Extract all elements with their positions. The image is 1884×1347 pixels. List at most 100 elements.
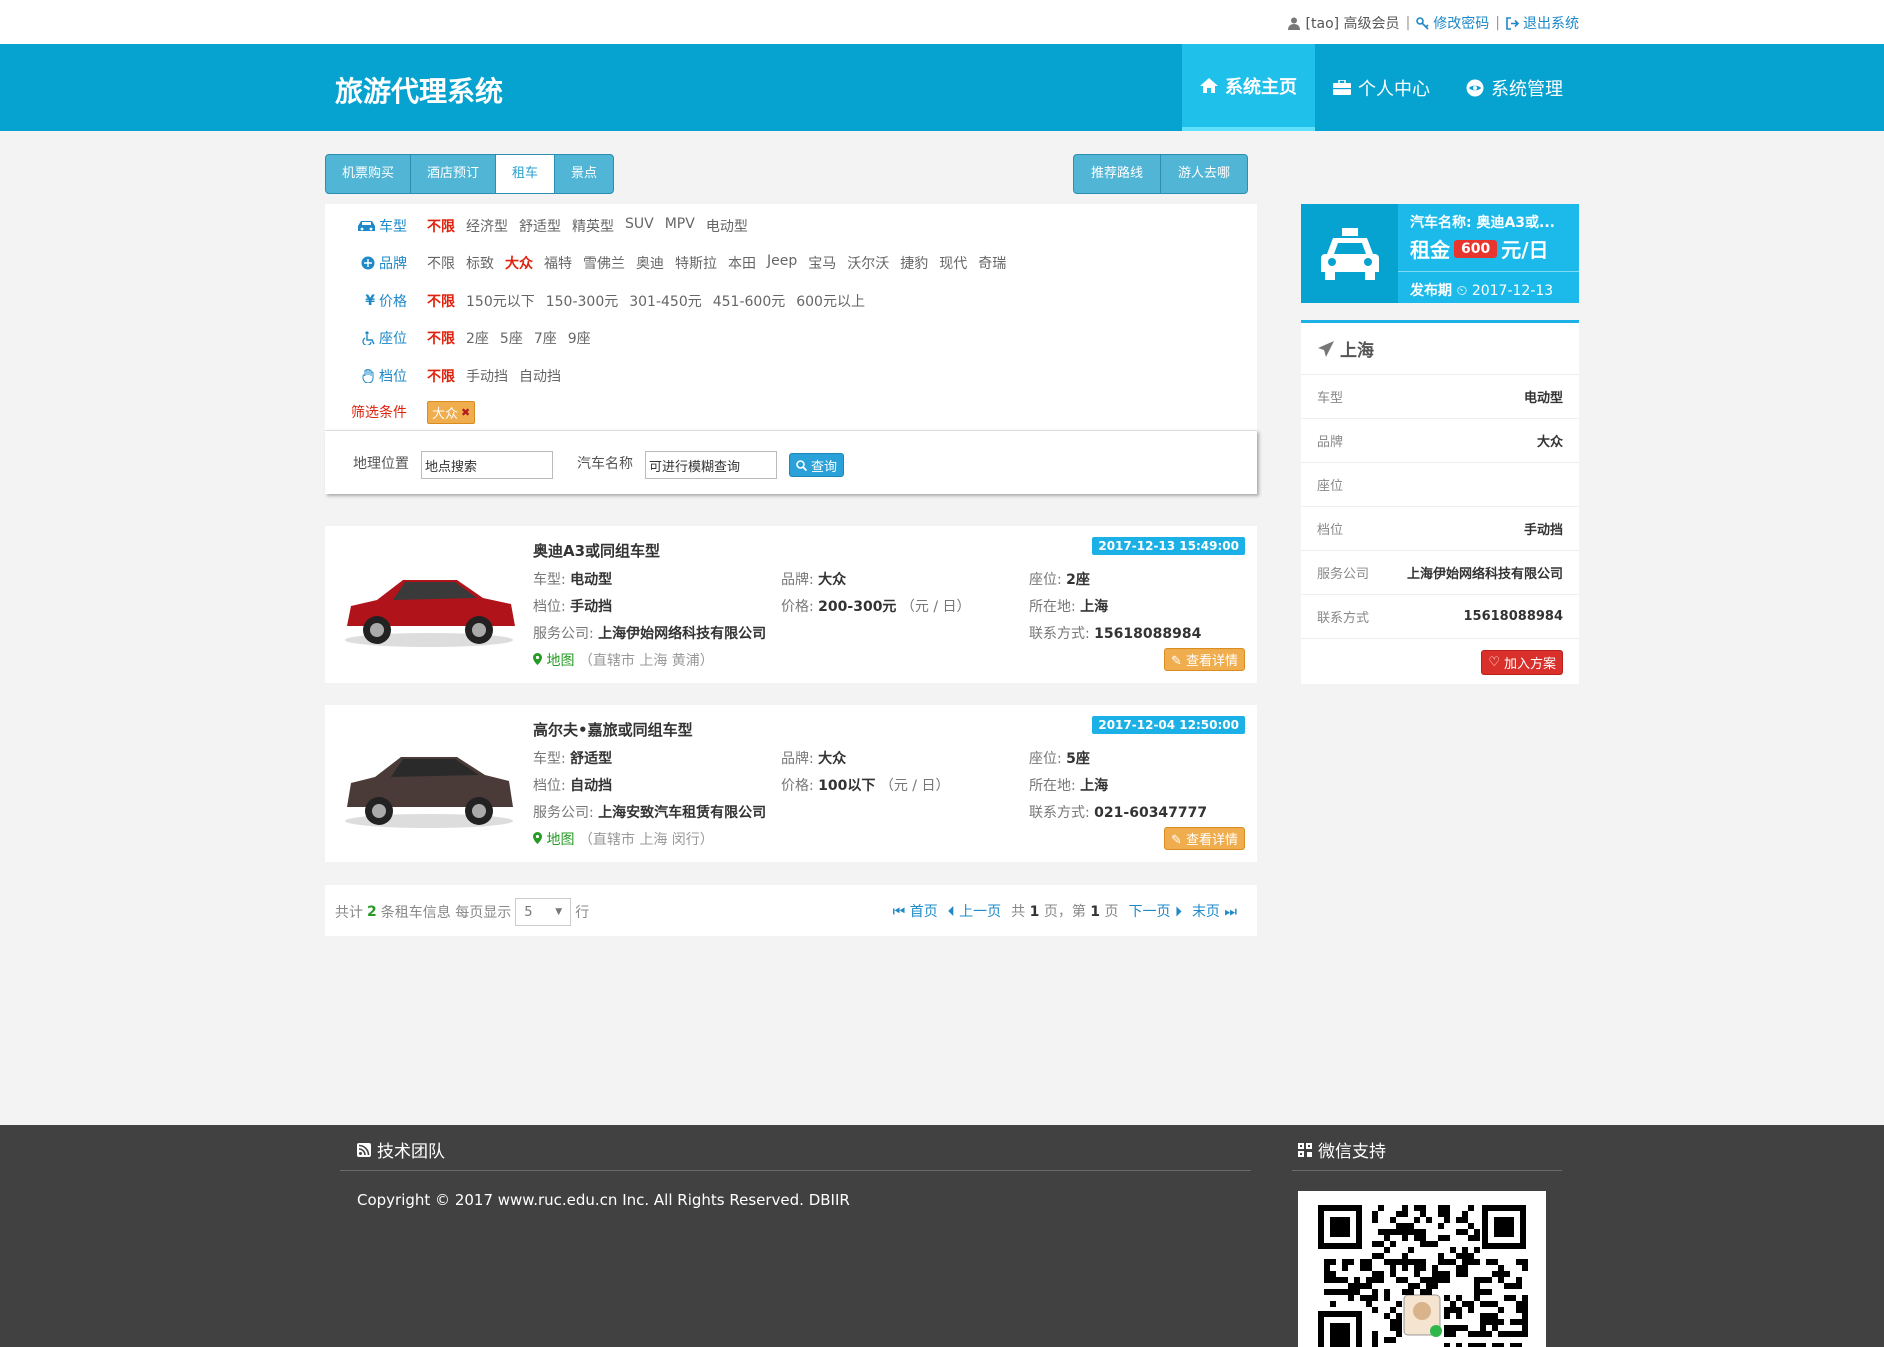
qr-module [1522, 1265, 1528, 1271]
filter-option[interactable]: MPV [665, 216, 695, 236]
summary-car-name: 汽车名称: 奥迪A3或... [1410, 215, 1556, 231]
qr-module [1474, 1247, 1480, 1253]
qr-module [1378, 1271, 1384, 1277]
tab-car-rental[interactable]: 租车 [496, 155, 556, 193]
car-image [345, 580, 515, 647]
car-name-input[interactable] [645, 451, 777, 479]
panel-value: 手动挡 [1523, 523, 1563, 538]
footer-wechat-heading: 微信支持 [1298, 1137, 1386, 1162]
panel-row-gear: 档位 手动挡 [1301, 507, 1579, 551]
filter-option[interactable]: 经济型 [466, 216, 508, 236]
user-icon [1287, 17, 1300, 30]
filter-option[interactable]: 手动挡 [466, 366, 508, 386]
qr-module [1474, 1289, 1480, 1295]
car-card: 奥迪A3或同组车型 2017-12-13 15:49:00 车型: 电动型 品牌… [325, 526, 1257, 683]
tab-hotel[interactable]: 酒店预订 [411, 155, 497, 193]
filter-option[interactable]: 不限 [427, 366, 455, 386]
qr-module [1456, 1343, 1462, 1347]
qr-module [1450, 1307, 1456, 1313]
filter-option[interactable]: SUV [625, 216, 654, 236]
filter-option[interactable]: 7座 [534, 328, 557, 348]
nav-home[interactable]: 系统主页 [1182, 44, 1315, 131]
remove-filter-icon[interactable]: ✖ [461, 406, 470, 419]
brand-icon [361, 256, 375, 270]
filter-option[interactable]: 宝马 [808, 253, 836, 273]
add-to-plan-button[interactable]: ♡ 加入方案 [1481, 650, 1563, 675]
qr-module [1390, 1307, 1396, 1313]
filter-option[interactable]: 不限 [427, 216, 455, 236]
next-page-link[interactable]: 下一页 ⏵ [1128, 901, 1181, 921]
filter-option[interactable]: 福特 [544, 253, 572, 273]
filter-option[interactable]: 不限 [427, 328, 455, 348]
filter-option[interactable]: 舒适型 [519, 216, 561, 236]
filter-option[interactable]: 奇瑞 [978, 253, 1006, 273]
tab-attractions[interactable]: 景点 [555, 155, 613, 193]
search-button[interactable]: 查询 [789, 453, 845, 477]
filter-label-type: 车型 [325, 216, 407, 236]
search-bar: 地理位置 汽车名称 查询 [325, 430, 1257, 494]
filter-option[interactable]: 特斯拉 [675, 253, 717, 273]
qr-module [1408, 1223, 1414, 1229]
qr-module [1468, 1259, 1474, 1265]
filter-option[interactable]: 600元以上 [796, 291, 865, 311]
qr-module [1480, 1289, 1486, 1295]
brand-title[interactable]: 旅游代理系统 [335, 70, 503, 110]
field-key: 座位: [1029, 751, 1062, 767]
filter-option[interactable]: 301-450元 [629, 291, 702, 311]
filter-row-conditions: 筛选条件 大众 ✖ [325, 400, 476, 424]
qr-module [1516, 1331, 1522, 1337]
first-page-link[interactable]: ⏮ 首页 [893, 901, 938, 921]
filter-option[interactable]: 本田 [728, 253, 756, 273]
qr-module [1390, 1337, 1396, 1343]
nav-personal[interactable]: 个人中心 [1315, 44, 1448, 131]
filter-chip-brand[interactable]: 大众 ✖ [427, 400, 476, 424]
field-value: 2座 [1066, 572, 1090, 588]
filter-conditions-label: 筛选条件 [351, 405, 407, 421]
filter-option[interactable]: 标致 [466, 253, 494, 273]
filter-option[interactable]: 自动挡 [519, 366, 561, 386]
qr-module [1372, 1295, 1378, 1301]
page-info-text: 页 [1104, 904, 1119, 920]
filter-option[interactable]: 451-600元 [713, 291, 786, 311]
filter-option[interactable]: 大众 [505, 253, 533, 273]
tab-where-to-go[interactable]: 游人去哪 [1161, 155, 1247, 193]
filter-option[interactable]: 9座 [568, 328, 591, 348]
prev-page-link[interactable]: ⏴ 上一页 [948, 901, 1001, 921]
filter-option[interactable]: 不限 [427, 253, 455, 273]
car-title[interactable]: 高尔夫•嘉旅或同组车型 [533, 719, 693, 740]
qr-module [1342, 1289, 1348, 1295]
filter-option[interactable]: 沃尔沃 [847, 253, 889, 273]
filter-option[interactable]: 5座 [500, 328, 523, 348]
page-size-select[interactable]: 5 ▼ [515, 898, 572, 926]
home-icon [1200, 78, 1218, 93]
map-label: 地图 [546, 832, 575, 848]
map-link[interactable]: 地图 （直辖市 上海 闵行） [533, 829, 714, 849]
filter-option[interactable]: 2座 [466, 328, 489, 348]
filter-option[interactable]: 150-300元 [546, 291, 619, 311]
location-input[interactable] [421, 451, 553, 479]
qr-module [1402, 1277, 1408, 1283]
tab-recommended-routes[interactable]: 推荐路线 [1074, 155, 1162, 193]
qr-module [1330, 1289, 1336, 1295]
filter-option[interactable]: 150元以下 [466, 291, 535, 311]
filter-option[interactable]: 精英型 [572, 216, 614, 236]
logout-link[interactable]: 退出系统 [1506, 13, 1579, 33]
filter-option[interactable]: 奥迪 [636, 253, 664, 273]
field-value: 021-60347777 [1094, 805, 1208, 821]
last-page-link[interactable]: 末页 ⏭ [1192, 901, 1237, 921]
view-details-button[interactable]: ✎ 查看详情 [1163, 648, 1245, 671]
filter-option[interactable]: 捷豹 [900, 253, 928, 273]
car-title[interactable]: 奥迪A3或同组车型 [533, 540, 660, 561]
tab-flight[interactable]: 机票购买 [326, 155, 412, 193]
filter-option[interactable]: 不限 [427, 291, 455, 311]
filter-option[interactable]: 雪佛兰 [583, 253, 625, 273]
map-link[interactable]: 地图 （直辖市 上海 黄浦） [533, 650, 714, 670]
view-details-button[interactable]: ✎ 查看详情 [1163, 827, 1245, 850]
qr-module [1438, 1235, 1444, 1241]
qr-module [1498, 1343, 1504, 1347]
filter-option[interactable]: 电动型 [706, 216, 748, 236]
filter-option[interactable]: 现代 [939, 253, 967, 273]
change-password-link[interactable]: 修改密码 [1416, 13, 1489, 33]
filter-option[interactable]: Jeep [767, 253, 797, 273]
nav-admin[interactable]: 系统管理 [1448, 44, 1581, 131]
